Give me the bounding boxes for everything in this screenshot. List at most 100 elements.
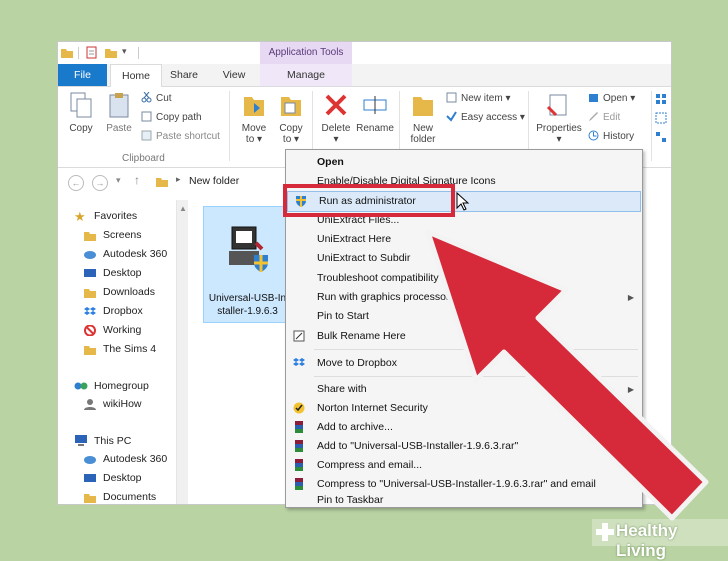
highlight-annotation-box: [283, 184, 455, 217]
folder-icon: [156, 178, 168, 187]
copy-to-button[interactable]: Copy to ▾: [274, 91, 308, 145]
rename-button[interactable]: Rename: [356, 91, 394, 134]
mouse-cursor-icon: [456, 192, 470, 211]
clipboard-group-label: Clipboard: [122, 153, 165, 164]
easy-access-icon: [446, 111, 457, 122]
norton-icon: [293, 402, 305, 414]
plus-logo-icon: [596, 523, 614, 541]
copy-icon: [70, 92, 92, 118]
user-icon: [84, 399, 96, 410]
installer-exe-icon: [229, 226, 268, 272]
file-universal-usb-installer[interactable]: Universal-USB-In staller-1.9.6.3: [203, 206, 292, 323]
nav-item-desktop[interactable]: Desktop: [84, 264, 142, 283]
nav-item-the-sims-4[interactable]: The Sims 4: [84, 340, 156, 359]
history-button[interactable]: History: [588, 129, 634, 145]
new-item-button[interactable]: New item ▾: [446, 91, 511, 107]
scroll-up-icon[interactable]: ▲: [179, 204, 187, 213]
nav-this-pc[interactable]: This PC: [75, 432, 131, 451]
watermark: Healthy Living: [592, 519, 728, 560]
nav-favorites[interactable]: ★ Favorites: [74, 207, 137, 226]
application-tools-header: Application Tools: [260, 42, 352, 64]
open-icon: [589, 94, 598, 102]
bulk-rename-icon: [293, 330, 305, 342]
nav-item-dropbox[interactable]: Dropbox: [84, 302, 143, 321]
no-entry-icon: [84, 325, 96, 336]
invert-selection-icon[interactable]: [655, 131, 667, 143]
star-icon: ★: [74, 209, 86, 224]
tab-share[interactable]: Share: [164, 64, 204, 86]
navigation-pane: ★ Favorites Screens Autodesk 360 Desktop…: [58, 200, 176, 504]
homegroup-icon: [74, 382, 88, 390]
delete-button[interactable]: Delete ▾: [318, 91, 354, 145]
cloud-icon: [84, 456, 96, 464]
edit-button[interactable]: Edit: [588, 110, 620, 126]
delete-x-icon: [325, 94, 347, 116]
open-button[interactable]: Open ▾: [588, 91, 635, 107]
qat-dropdown-icon[interactable]: ▾: [122, 46, 127, 57]
easy-access-button[interactable]: Easy access ▾: [446, 110, 525, 126]
desktop-icon: [84, 269, 96, 277]
cut-button[interactable]: Cut: [141, 91, 172, 107]
computer-icon: [75, 435, 87, 446]
copy-path-button[interactable]: Copy path: [141, 110, 202, 126]
select-all-icon[interactable]: [655, 93, 667, 105]
nav-item-screens[interactable]: Screens: [84, 226, 142, 245]
history-icon: [588, 130, 599, 141]
copy-path-icon: [141, 111, 152, 122]
ribbon-tabs: File Home Share View Manage: [58, 64, 671, 88]
winrar-icon: [295, 459, 303, 471]
quick-access-toolbar: ▾ Application Tools: [58, 42, 671, 64]
select-none-icon[interactable]: [655, 112, 667, 124]
address-path[interactable]: New folder: [189, 175, 239, 187]
folder-icon[interactable]: [61, 46, 73, 59]
back-button[interactable]: ←: [68, 175, 84, 191]
nav-scrollbar[interactable]: ▲: [176, 200, 188, 504]
move-to-icon: [244, 97, 264, 116]
paste-icon: [109, 93, 129, 118]
nav-item-working[interactable]: Working: [84, 321, 141, 340]
nav-item-autodesk-360[interactable]: Autodesk 360: [84, 245, 167, 264]
edit-icon: [589, 112, 598, 121]
folder-icon: [84, 232, 96, 241]
rename-icon: [363, 96, 387, 114]
nav-homegroup[interactable]: Homegroup: [74, 377, 149, 396]
recent-locations-icon[interactable]: ▾: [116, 175, 121, 186]
folder-icon: [84, 346, 96, 355]
dropbox-icon: [293, 358, 305, 366]
paste-shortcut-button[interactable]: Paste shortcut: [141, 129, 220, 145]
tab-manage[interactable]: Manage: [260, 64, 352, 86]
new-folder-button[interactable]: New folder: [404, 91, 442, 145]
forward-button[interactable]: →: [92, 175, 108, 191]
nav-item-pc-documents[interactable]: Documents: [84, 488, 156, 504]
winrar-icon: [295, 440, 303, 452]
up-arrow-icon[interactable]: ↑: [134, 173, 140, 187]
properties-icon: [546, 94, 567, 117]
new-item-icon: [446, 92, 457, 103]
properties-icon[interactable]: [86, 46, 98, 59]
tab-file[interactable]: File: [58, 64, 107, 86]
menu-item-open[interactable]: Open: [286, 153, 642, 172]
move-to-button[interactable]: Move to ▾: [237, 91, 271, 145]
scissors-icon: [141, 92, 152, 103]
nav-item-downloads[interactable]: Downloads: [84, 283, 155, 302]
tab-view[interactable]: View: [214, 64, 254, 86]
paste-shortcut-icon: [141, 130, 152, 141]
properties-button[interactable]: Properties ▾: [534, 91, 584, 145]
winrar-icon: [295, 478, 303, 490]
nav-item-pc-desktop[interactable]: Desktop: [84, 469, 142, 488]
downloads-folder-icon: [84, 289, 96, 298]
dropbox-icon: [84, 307, 96, 315]
watermark-text: Healthy Living: [616, 521, 678, 560]
winrar-icon: [295, 421, 303, 433]
nav-item-pc-autodesk-360[interactable]: Autodesk 360: [84, 450, 167, 469]
tab-home[interactable]: Home: [110, 64, 162, 88]
file-name-label: Universal-USB-In staller-1.9.6.3: [208, 293, 287, 317]
copy-button[interactable]: Copy: [64, 91, 98, 134]
paste-button[interactable]: Paste: [102, 91, 136, 134]
documents-icon: [84, 494, 96, 503]
cloud-icon: [84, 251, 96, 259]
new-folder-icon[interactable]: [105, 46, 117, 59]
annotation-arrow-icon: [425, 229, 709, 521]
desktop-icon: [84, 474, 96, 482]
nav-item-wikihow[interactable]: wikiHow: [84, 395, 142, 414]
